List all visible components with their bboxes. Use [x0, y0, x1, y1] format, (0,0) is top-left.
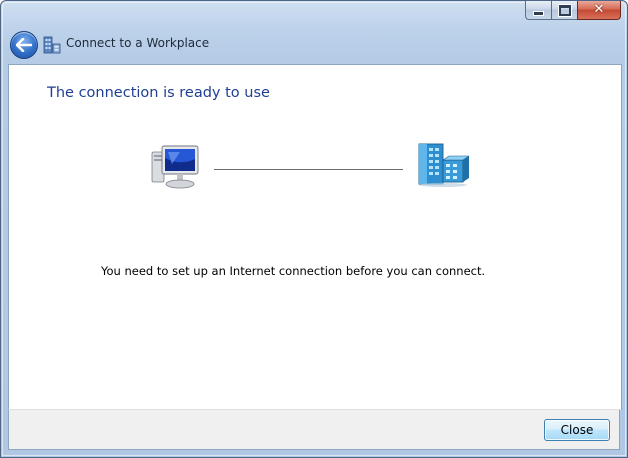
caption-buttons: ✕ [525, 1, 621, 20]
maximize-icon [557, 3, 572, 17]
back-arrow-icon [16, 38, 32, 52]
minimize-icon [533, 11, 544, 16]
workplace-network-icon [418, 143, 469, 187]
back-button[interactable] [10, 31, 38, 59]
minimize-button[interactable] [525, 1, 551, 20]
close-window-button[interactable]: ✕ [577, 1, 621, 20]
computer-icon [151, 145, 199, 189]
workplace-connection-icon [43, 36, 61, 54]
status-message: You need to set up an Internet connectio… [101, 264, 486, 278]
connection-line [214, 169, 403, 170]
close-button[interactable]: Close [544, 419, 610, 441]
dialog-window: ✕ Connect to a Workplace The connection … [0, 0, 628, 458]
maximize-button[interactable] [551, 1, 577, 20]
page-heading: The connection is ready to use [47, 85, 270, 101]
window-title: Connect to a Workplace [66, 36, 210, 50]
close-icon: ✕ [593, 2, 605, 17]
content-panel: The connection is ready to use You need … [8, 64, 622, 410]
button-bar: Close [8, 409, 620, 450]
